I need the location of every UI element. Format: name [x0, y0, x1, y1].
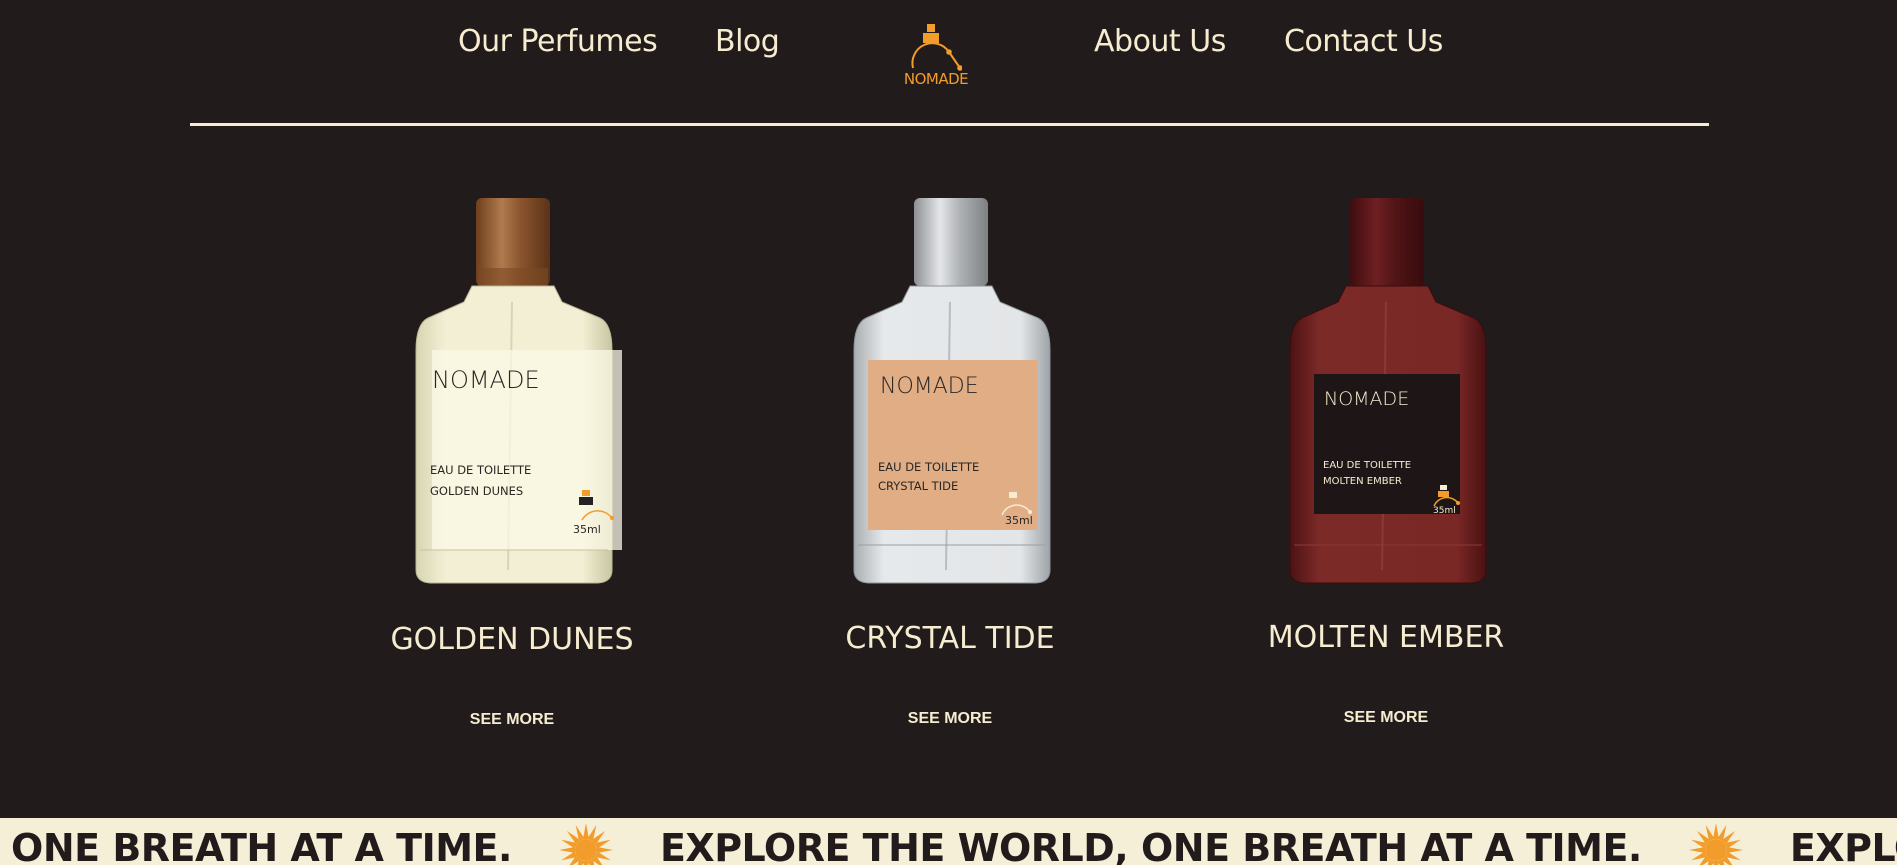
bottle-label-type: EAU DE TOILETTE: [1323, 460, 1412, 471]
bottle-label-type: EAU DE TOILETTE: [878, 460, 980, 474]
page: Our Perfumes Blog NOMADE About Us Contac…: [0, 0, 1897, 865]
product-name[interactable]: CRYSTAL TIDE: [750, 621, 1150, 656]
bottle-label-volume: 35ml: [573, 523, 601, 536]
nav-our-perfumes[interactable]: Our Perfumes: [458, 24, 658, 59]
see-more-button[interactable]: SEE MORE: [750, 710, 1150, 728]
marquee-track: EXPLORE THE WORLD, ONE BREATH AT A TIME.: [0, 818, 1897, 865]
bottle-label-brand: NOMADE: [432, 366, 540, 394]
marquee-text: EXPLORE THE WORLD, ONE BREATH AT A TIME.: [0, 826, 512, 865]
product-name[interactable]: GOLDEN DUNES: [312, 622, 712, 657]
nav-about-us[interactable]: About Us: [1094, 24, 1226, 59]
product-name[interactable]: MOLTEN EMBER: [1186, 620, 1586, 655]
bottle-label-brand: NOMADE: [880, 374, 979, 399]
nav-blog[interactable]: Blog: [715, 24, 780, 59]
bottle-label-scent: GOLDEN DUNES: [430, 484, 524, 498]
product-image-crystal-tide[interactable]: NOMADE EAU DE TOILETTE CRYSTAL TIDE 35ml: [750, 190, 1150, 590]
product-image-golden-dunes[interactable]: NOMADE EAU DE TOILETTE GOLDEN DUNES 35ml: [312, 190, 712, 590]
sun-icon: [1688, 823, 1743, 865]
product-image-molten-ember[interactable]: NOMADE EAU DE TOILETTE MOLTEN EMBER 35ml: [1186, 190, 1586, 590]
bottle-label-scent: CRYSTAL TIDE: [878, 479, 959, 493]
nav-contact-us[interactable]: Contact Us: [1284, 24, 1443, 59]
sun-icon: [558, 823, 613, 865]
see-more-button[interactable]: SEE MORE: [312, 711, 712, 729]
bottle-label-volume: 35ml: [1005, 514, 1033, 527]
marquee-banner: EXPLORE THE WORLD, ONE BREATH AT A TIME.: [0, 818, 1897, 865]
bottle-label-type: EAU DE TOILETTE: [430, 463, 532, 477]
logo-text: NOMADE: [903, 70, 969, 88]
nomade-logo-icon: [911, 24, 962, 71]
marquee-text: EXPLORE THE WORLD, ONE BREATH AT A TIME.: [659, 826, 1642, 865]
header-divider: [190, 123, 1709, 126]
bottle-label-brand: NOMADE: [1324, 388, 1410, 410]
marquee-text: EXPLORE THE WORLD, ONE BREATH AT A TIME.: [1789, 826, 1897, 865]
see-more-button[interactable]: SEE MORE: [1186, 709, 1586, 727]
nomade-logo[interactable]: NOMADE: [896, 20, 976, 90]
bottle-label-scent: MOLTEN EMBER: [1323, 476, 1402, 487]
bottle-label-volume: 35ml: [1433, 506, 1456, 516]
